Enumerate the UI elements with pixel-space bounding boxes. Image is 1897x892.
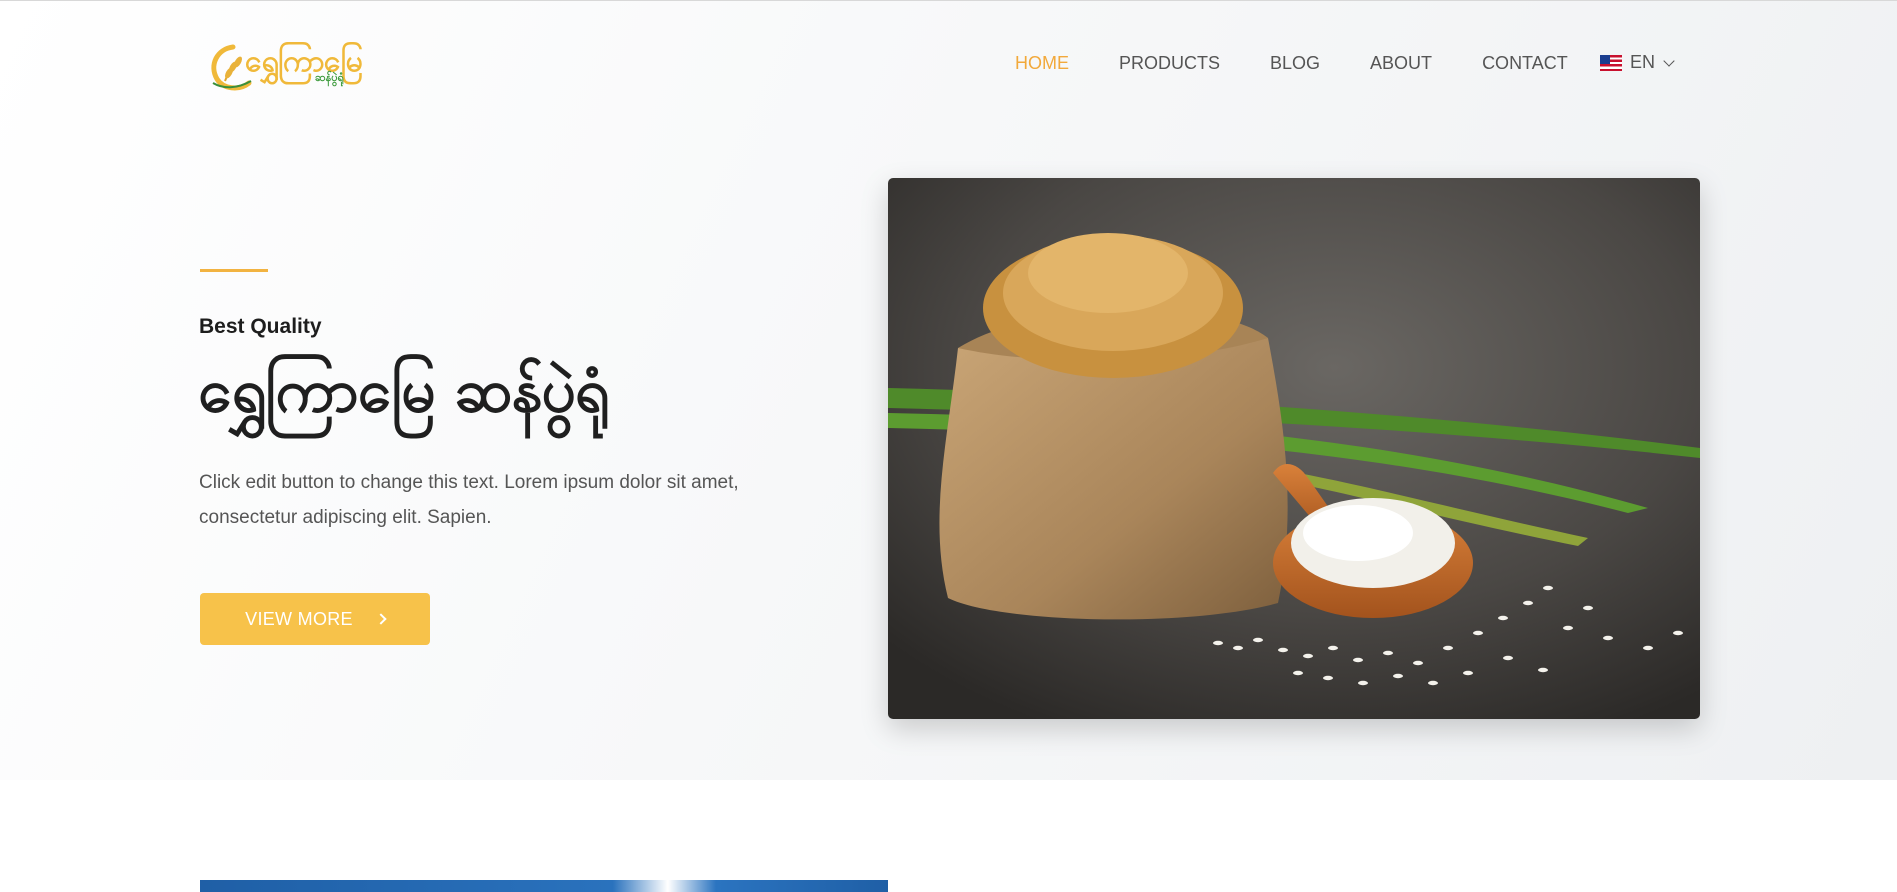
logo-text: ရွှေကြာမြေ (245, 44, 363, 79)
nav-about[interactable]: ABOUT (1370, 53, 1432, 74)
rice-sack-image (888, 178, 1700, 719)
field-image (200, 880, 888, 892)
hero-title: ရွှေကြာမြေ ဆန်ပွဲရုံ (198, 356, 609, 426)
main-nav: HOME PRODUCTS BLOG ABOUT CONTACT (1015, 53, 1618, 74)
brand-logo[interactable]: ရွှေကြာမြေ ဆန်ပွဲရုံ (203, 37, 373, 93)
nav-home[interactable]: HOME (1015, 53, 1069, 74)
us-flag-icon (1600, 54, 1622, 71)
view-more-button[interactable]: VIEW MORE (200, 593, 430, 645)
chevron-right-icon (375, 613, 387, 625)
nav-blog[interactable]: BLOG (1270, 53, 1320, 74)
language-switcher[interactable]: EN (1600, 52, 1675, 73)
nav-products[interactable]: PRODUCTS (1119, 53, 1220, 74)
language-label: EN (1630, 52, 1656, 72)
hero-description: Click edit button to change this text. L… (199, 472, 739, 528)
chevron-down-icon (1663, 54, 1675, 67)
nav-contact[interactable]: CONTACT (1482, 53, 1568, 74)
view-more-label: VIEW MORE (245, 608, 353, 629)
hero-eyebrow: Best Quality (199, 315, 322, 338)
hero-section: ရွှေကြာမြေ ဆန်ပွဲရုံ HOME PRODUCTS BLOG … (0, 0, 1897, 780)
logo-subtext: ဆန်ပွဲရုံ (315, 71, 344, 84)
accent-divider (200, 269, 268, 272)
